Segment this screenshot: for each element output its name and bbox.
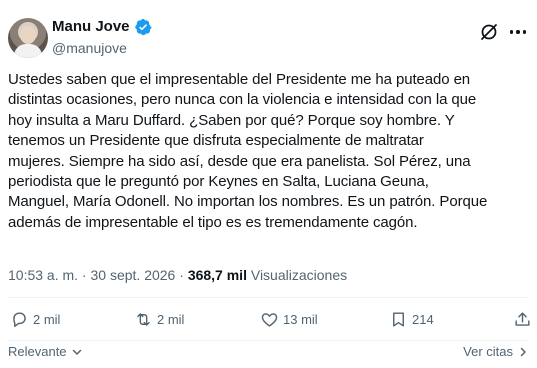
tweet-header: Manu Jove @manujove — [8, 14, 529, 62]
see-quotes-label: Ver citas — [463, 344, 513, 359]
repost-icon — [137, 313, 150, 326]
repost-count: 2 mil — [157, 312, 185, 327]
avatar[interactable] — [8, 18, 48, 58]
meta-separator: · — [78, 267, 91, 283]
meta-separator: · — [175, 267, 188, 283]
divider — [8, 297, 529, 298]
verified-badge-icon — [134, 18, 152, 36]
display-name[interactable]: Manu Jove — [52, 18, 130, 36]
more-options-icon[interactable] — [507, 22, 529, 42]
reply-button[interactable]: 2 mil — [10, 310, 60, 329]
bookmark-icon — [393, 312, 404, 327]
like-count: 13 mil — [283, 312, 318, 327]
grok-icon[interactable] — [479, 22, 499, 42]
replies-toolbar: Relevante Ver citas — [8, 344, 529, 362]
divider — [8, 340, 529, 341]
views-label: Visualizaciones — [250, 267, 348, 283]
tweet-time[interactable]: 10:53 a. m. — [8, 266, 78, 284]
views-count: 368,7 mil — [187, 267, 247, 283]
sort-label: Relevante — [8, 344, 67, 359]
share-icon — [515, 312, 530, 326]
action-bar: 2 mil 2 mil 13 mil 214 — [8, 310, 532, 334]
heart-icon — [261, 313, 278, 327]
bookmark-button[interactable]: 214 — [389, 310, 434, 329]
repost-button[interactable]: 2 mil — [134, 310, 184, 329]
sort-dropdown[interactable]: Relevante — [8, 344, 83, 359]
reply-icon — [13, 312, 26, 327]
see-quotes-link[interactable]: Ver citas — [463, 344, 529, 359]
tweet-date[interactable]: 30 sept. 2026 — [91, 266, 176, 284]
reply-count: 2 mil — [33, 312, 61, 327]
tweet-meta: 10:53 a. m. · 30 sept. 2026 · 368,7 mil … — [8, 266, 347, 284]
avatar-shirt — [14, 44, 42, 58]
like-button[interactable]: 13 mil — [260, 310, 318, 329]
chevron-right-icon — [520, 347, 526, 356]
share-button[interactable] — [513, 310, 532, 329]
bookmark-count: 214 — [412, 312, 434, 327]
avatar-face — [20, 26, 36, 44]
handle[interactable]: @manujove — [52, 39, 127, 57]
tweet-text: Ustedes saben que el impresentable del P… — [8, 71, 488, 231]
name-row: Manu Jove — [52, 18, 152, 36]
chevron-down-icon — [72, 349, 81, 355]
